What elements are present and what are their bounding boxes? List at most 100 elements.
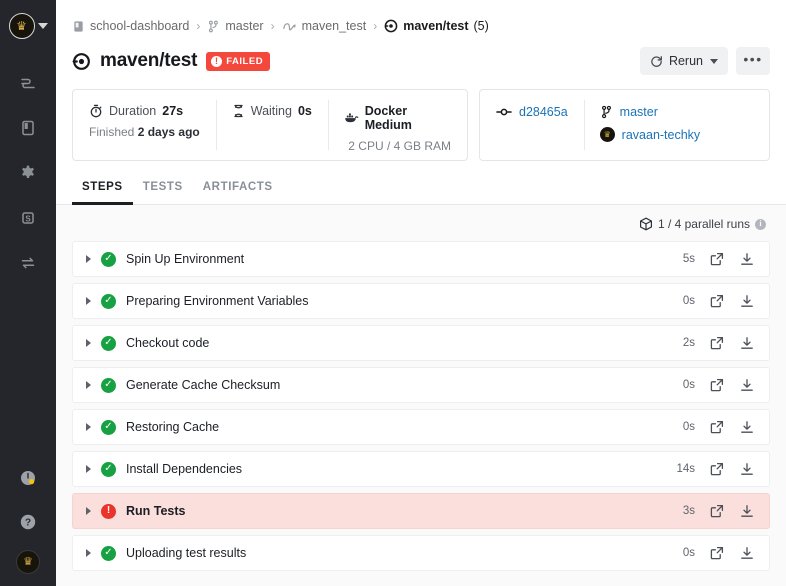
sidebar-bottom: ? ♛ [12,462,44,586]
sidebar-item-settings[interactable] [12,157,44,189]
rerun-button[interactable]: Rerun [639,47,728,75]
user-avatar[interactable]: ♛ [16,550,40,574]
sidebar-item-billing[interactable]: S [12,202,44,234]
account-avatar[interactable]: ♛ [8,13,35,39]
rerun-label: Rerun [668,54,703,68]
sidebar-item-docs[interactable] [12,112,44,144]
refresh-icon [651,55,662,67]
page-header: maven/test ! FAILED Rerun ••• [56,33,786,75]
breadcrumb-item-job[interactable]: maven/test (5) [384,19,489,33]
chevron-down-icon [710,58,718,64]
open-external-icon[interactable] [709,545,725,561]
chevron-right-icon[interactable] [86,255,91,263]
download-icon[interactable] [739,293,755,309]
chevron-right-icon[interactable] [86,549,91,557]
download-icon[interactable] [739,461,755,477]
parallel-runs-indicator[interactable]: 1 / 4 parallel runs i [72,205,770,241]
account-switcher[interactable]: ♛ [8,0,48,39]
crown-icon: ♛ [603,129,611,139]
table-row[interactable]: ✓ Uploading test results 0s [72,535,770,571]
download-icon[interactable] [739,545,755,561]
duration-section: Duration 27s Finished 2 days ago [73,90,216,160]
commit-sha-link[interactable]: d28465a [519,105,568,119]
open-external-icon[interactable] [709,461,725,477]
pipeline-icon [21,78,35,89]
breadcrumb-label-branch: master [225,19,264,33]
step-duration: 0s [682,295,695,307]
branch-link[interactable]: master [620,105,658,119]
open-external-icon[interactable] [709,293,725,309]
open-external-icon[interactable] [709,251,725,267]
breadcrumb-item-project[interactable]: school-dashboard [72,19,189,33]
main-panel: school-dashboard › master › maven_test ›… [56,0,786,586]
download-icon[interactable] [739,377,755,393]
tab-steps[interactable]: STEPS [72,181,133,205]
step-duration: 5s [682,253,695,265]
waiting-label: Waiting [250,104,292,118]
commit-info-card: d28465a master ♛ ravaan-techky [479,89,770,161]
open-external-icon[interactable] [709,335,725,351]
sidebar-item-pipelines[interactable] [12,67,44,99]
table-row[interactable]: ✓ Preparing Environment Variables 0s [72,283,770,319]
table-row[interactable]: ✓ Install Dependencies 14s [72,451,770,487]
hourglass-icon [234,104,243,118]
finished-info: Finished 2 days ago [89,125,200,139]
tab-tests[interactable]: TESTS [133,181,193,205]
tab-artifacts[interactable]: ARTIFACTS [193,181,283,205]
chevron-right-icon[interactable] [86,297,91,305]
table-row[interactable]: ✓ Restoring Cache 0s [72,409,770,445]
breadcrumb-item-workflow[interactable]: maven_test [282,19,366,33]
success-icon: ✓ [101,293,116,309]
download-icon[interactable] [739,503,755,519]
workflow-icon [282,22,296,30]
steps-panel: 1 / 4 parallel runs i ✓ Spin Up Environm… [56,205,786,586]
sidebar-item-status[interactable] [12,462,44,494]
commit-section: d28465a [480,90,584,160]
author-link[interactable]: ravaan-techky [622,128,701,142]
open-external-icon[interactable] [709,503,725,519]
download-icon[interactable] [739,251,755,267]
author-avatar: ♛ [599,127,615,142]
step-duration: 3s [682,505,695,517]
chevron-right-icon[interactable] [86,507,91,515]
step-name: Restoring Cache [126,420,220,434]
breadcrumb-item-branch[interactable]: master [207,19,264,33]
chevron-right-icon[interactable] [86,381,91,389]
app-root: ♛ S ? ♛ school-dashboard › master › mave… [0,0,786,586]
success-icon: ✓ [101,335,116,351]
download-icon[interactable] [739,419,755,435]
open-external-icon[interactable] [709,377,725,393]
chevron-right-icon[interactable] [86,339,91,347]
step-name: Checkout code [126,336,210,350]
sidebar-item-help[interactable]: ? [12,506,44,538]
more-options-button[interactable]: ••• [736,47,770,75]
success-icon: ✓ [101,251,116,267]
open-external-icon[interactable] [709,419,725,435]
waiting-section: Waiting 0s [215,90,328,160]
step-name: Uploading test results [126,546,247,560]
success-icon: ✓ [101,377,116,393]
svg-text:?: ? [25,518,31,529]
chevron-right-icon[interactable] [86,423,91,431]
download-icon[interactable] [739,335,755,351]
table-row[interactable]: ✓ Checkout code 2s [72,325,770,361]
success-icon: ✓ [101,419,116,435]
step-duration: 0s [682,379,695,391]
chevron-down-icon[interactable] [37,23,48,29]
breadcrumb-label-job: maven/test [403,19,469,33]
breadcrumb-label-project: school-dashboard [90,19,190,33]
sidebar-item-integrations[interactable] [12,247,44,279]
chevron-right-icon[interactable] [86,465,91,473]
machine-label: Docker Medium [364,104,412,132]
table-row[interactable]: ✓ Spin Up Environment 5s [72,241,770,277]
step-duration: 0s [682,547,695,559]
job-icon [72,52,90,70]
success-icon: ✓ [101,461,116,477]
table-row[interactable]: ! Run Tests 3s [72,493,770,529]
table-row[interactable]: ✓ Generate Cache Checksum 0s [72,367,770,403]
waiting-value: 0s [297,104,312,118]
stopwatch-icon [90,104,102,118]
job-icon [384,19,398,33]
info-icon[interactable]: i [755,218,766,230]
machine-specs: 2 CPU / 4 GB RAM [348,139,451,153]
